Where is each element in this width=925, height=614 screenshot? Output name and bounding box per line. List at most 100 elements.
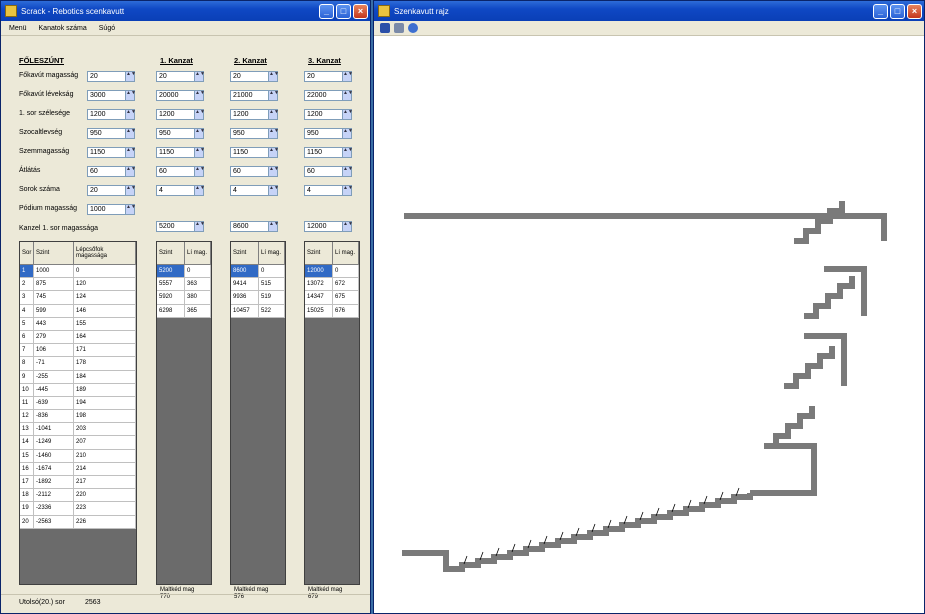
menu-item-menu[interactable]: Menü xyxy=(9,25,27,32)
section-1-grid[interactable]: Szint Lí mag. 5200 0 5557 363 5920 380 6298 365 xyxy=(156,241,212,585)
spin-arrows-icon[interactable]: ▲▼ xyxy=(342,222,353,231)
table-row[interactable]: 1 1000 0 xyxy=(20,265,136,279)
spin-arrows-icon[interactable]: ▲▼ xyxy=(268,148,279,157)
settings-icon[interactable] xyxy=(408,23,418,33)
section-3-input-6[interactable]: 60 ▲▼ xyxy=(304,166,353,177)
table-row[interactable]: 15 -1460 210 xyxy=(20,449,136,463)
section-1-kanzel-input[interactable]: 5200 ▲▼ xyxy=(156,221,205,232)
spin-arrows-icon[interactable]: ▲▼ xyxy=(268,72,279,81)
table-row[interactable]: 20 -2563 226 xyxy=(20,515,136,529)
section-3-grid[interactable]: Szint Lí mag. 12000 0 13072 672 14347 675 15025 6… xyxy=(304,241,360,585)
spin-arrows-icon[interactable]: ▲▼ xyxy=(125,148,136,157)
table-row[interactable]: 4 599 146 xyxy=(20,304,136,318)
table-row[interactable]: 5200 0 xyxy=(157,265,211,279)
section-1-input-1[interactable]: 20 ▲▼ xyxy=(156,71,205,82)
table-row[interactable]: 3 745 124 xyxy=(20,291,136,305)
section-2-input-2[interactable]: 21000 ▲▼ xyxy=(230,90,279,101)
table-row[interactable]: 17 -1892 217 xyxy=(20,476,136,490)
spin-arrows-icon[interactable]: ▲▼ xyxy=(268,186,279,195)
section-2-kanzel-input[interactable]: 8600 ▲▼ xyxy=(230,221,279,232)
table-row[interactable]: 12 -836 198 xyxy=(20,410,136,424)
table-row[interactable]: 5920 380 xyxy=(157,291,211,305)
table-row[interactable]: 7 106 171 xyxy=(20,344,136,358)
table-row[interactable]: 16 -1674 214 xyxy=(20,462,136,476)
section-3-input-7[interactable]: 4 ▲▼ xyxy=(304,185,353,196)
print-icon[interactable] xyxy=(394,23,404,33)
param-input-2[interactable]: 3000 ▲▼ xyxy=(87,90,136,101)
param-input-1[interactable]: 20 ▲▼ xyxy=(87,71,136,82)
section-1-input-5[interactable]: 1150 ▲▼ xyxy=(156,147,205,158)
table-row[interactable]: 10457 522 xyxy=(231,304,285,318)
section-3-input-5[interactable]: 1150 ▲▼ xyxy=(304,147,353,158)
section-1-input-2[interactable]: 20000 ▲▼ xyxy=(156,90,205,101)
spin-arrows-icon[interactable]: ▲▼ xyxy=(125,167,136,176)
save-icon[interactable] xyxy=(380,23,390,33)
spin-arrows-icon[interactable]: ▲▼ xyxy=(125,91,136,100)
spin-arrows-icon[interactable]: ▲▼ xyxy=(194,129,205,138)
table-row[interactable]: 6 279 164 xyxy=(20,330,136,345)
section-3-input-4[interactable]: 950 ▲▼ xyxy=(304,128,353,139)
param-input-3[interactable]: 1200 ▲▼ xyxy=(87,109,136,120)
spin-arrows-icon[interactable]: ▲▼ xyxy=(268,110,279,119)
section-2-input-7[interactable]: 4 ▲▼ xyxy=(230,185,279,196)
spin-arrows-icon[interactable]: ▲▼ xyxy=(342,186,353,195)
table-row[interactable]: 19 -2336 223 xyxy=(20,502,136,516)
table-row[interactable]: 13 -1041 203 xyxy=(20,423,136,437)
spin-arrows-icon[interactable]: ▲▼ xyxy=(342,72,353,81)
table-row[interactable]: 6298 365 xyxy=(157,304,211,318)
param-input-5[interactable]: 1150 ▲▼ xyxy=(87,147,136,158)
spin-arrows-icon[interactable]: ▲▼ xyxy=(342,110,353,119)
spin-arrows-icon[interactable]: ▲▼ xyxy=(268,91,279,100)
spin-arrows-icon[interactable]: ▲▼ xyxy=(342,91,353,100)
drawing-close-button[interactable]: × xyxy=(907,3,922,19)
section-3-input-1[interactable]: 20 ▲▼ xyxy=(304,71,353,82)
table-row[interactable]: 9414 515 xyxy=(231,278,285,292)
spin-arrows-icon[interactable]: ▲▼ xyxy=(342,167,353,176)
spin-arrows-icon[interactable]: ▲▼ xyxy=(268,167,279,176)
spin-arrows-icon[interactable]: ▲▼ xyxy=(125,110,136,119)
spin-arrows-icon[interactable]: ▲▼ xyxy=(125,205,136,214)
table-row[interactable]: 14 -1249 207 xyxy=(20,436,136,450)
section-2-input-6[interactable]: 60 ▲▼ xyxy=(230,166,279,177)
section-1-input-6[interactable]: 60 ▲▼ xyxy=(156,166,205,177)
spin-arrows-icon[interactable]: ▲▼ xyxy=(268,129,279,138)
table-row[interactable]: 13072 672 xyxy=(305,278,359,292)
menu-item-kanatok[interactable]: Kanatok száma xyxy=(39,25,87,32)
table-row[interactable]: 9 -255 184 xyxy=(20,370,136,384)
maximize-button[interactable]: □ xyxy=(336,3,351,19)
minimize-button[interactable]: _ xyxy=(319,3,334,19)
main-grid[interactable]: Sor Szint Lépcsőfok magassága 1 1000 0 2 875 120… xyxy=(19,241,137,585)
table-row[interactable]: 8 -71 178 xyxy=(20,357,136,371)
spin-arrows-icon[interactable]: ▲▼ xyxy=(125,186,136,195)
param-input-7[interactable]: 20 ▲▼ xyxy=(87,185,136,196)
section-3-kanzel-input[interactable]: 12000 ▲▼ xyxy=(304,221,353,232)
section-1-input-3[interactable]: 1200 ▲▼ xyxy=(156,109,205,120)
spin-arrows-icon[interactable]: ▲▼ xyxy=(125,72,136,81)
table-row[interactable]: 14347 675 xyxy=(305,291,359,305)
table-row[interactable]: 8600 0 xyxy=(231,265,285,279)
spin-arrows-icon[interactable]: ▲▼ xyxy=(194,167,205,176)
spin-arrows-icon[interactable]: ▲▼ xyxy=(342,129,353,138)
table-row[interactable]: 5 443 155 xyxy=(20,317,136,331)
section-2-input-5[interactable]: 1150 ▲▼ xyxy=(230,147,279,158)
table-row[interactable]: 12000 0 xyxy=(305,265,359,279)
spin-arrows-icon[interactable]: ▲▼ xyxy=(125,129,136,138)
section-3-input-2[interactable]: 22000 ▲▼ xyxy=(304,90,353,101)
section-2-grid[interactable]: Szint Lí mag. 8600 0 9414 515 9936 519 10457 522 xyxy=(230,241,286,585)
param-input-4[interactable]: 950 ▲▼ xyxy=(87,128,136,139)
spin-arrows-icon[interactable]: ▲▼ xyxy=(268,222,279,231)
table-row[interactable]: 5557 363 xyxy=(157,278,211,292)
spin-arrows-icon[interactable]: ▲▼ xyxy=(194,110,205,119)
param-input-6[interactable]: 60 ▲▼ xyxy=(87,166,136,177)
table-row[interactable]: 2 875 120 xyxy=(20,278,136,292)
section-1-input-4[interactable]: 950 ▲▼ xyxy=(156,128,205,139)
spin-arrows-icon[interactable]: ▲▼ xyxy=(194,222,205,231)
table-row[interactable]: 11 -639 194 xyxy=(20,396,136,411)
drawing-maximize-button[interactable]: □ xyxy=(890,3,905,19)
close-button[interactable]: × xyxy=(353,3,368,19)
param-input-8[interactable]: 1000 ▲▼ xyxy=(87,204,136,215)
section-3-input-3[interactable]: 1200 ▲▼ xyxy=(304,109,353,120)
spin-arrows-icon[interactable]: ▲▼ xyxy=(194,91,205,100)
spin-arrows-icon[interactable]: ▲▼ xyxy=(194,186,205,195)
spin-arrows-icon[interactable]: ▲▼ xyxy=(194,72,205,81)
